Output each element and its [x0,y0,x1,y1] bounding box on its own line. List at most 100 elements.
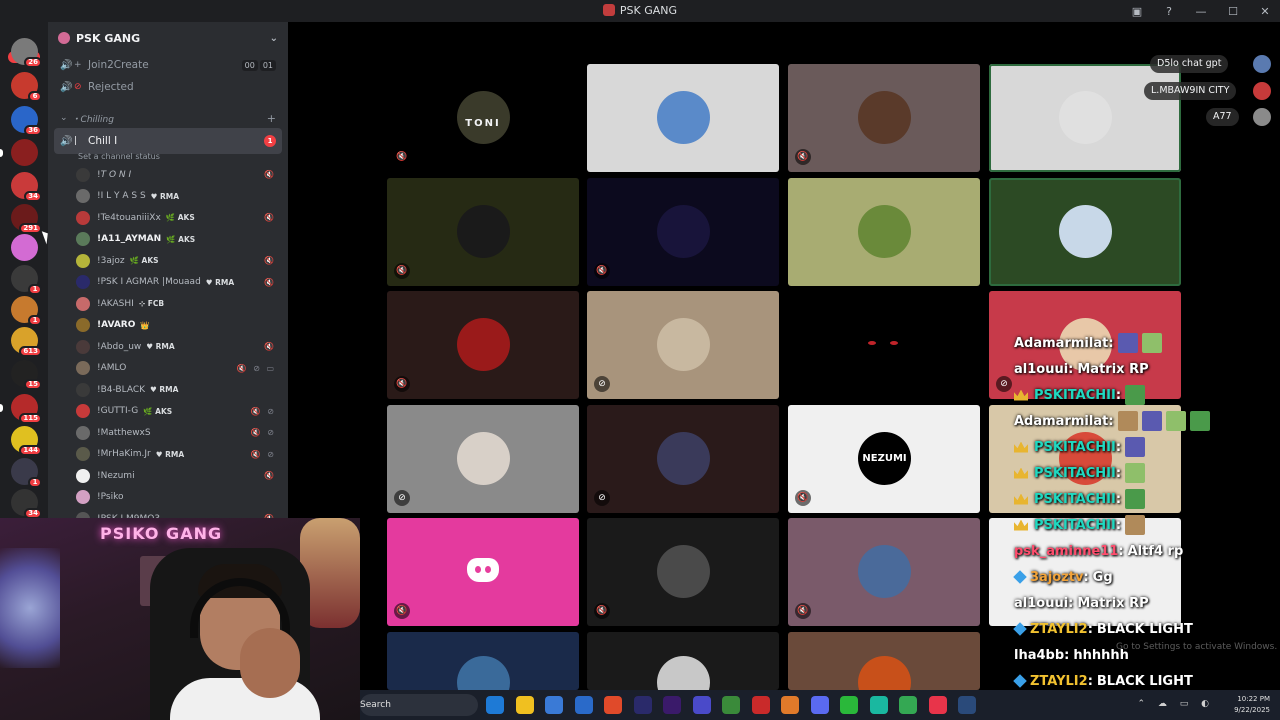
taskbar-app-icon[interactable] [899,696,917,714]
video-tile[interactable]: 🔇 [387,178,579,286]
stream-viewer-chip[interactable]: D5lo chat gpt [1150,55,1229,73]
close-button[interactable]: ✕ [1258,5,1272,18]
channel-sidebar: PSK GANG ⌄ 🔊 + Join2Create 00 01 🔊 ⊘ Reje… [48,22,288,520]
server-icon[interactable] [11,234,38,261]
minimize-button[interactable]: — [1194,5,1208,18]
video-tile[interactable]: 🔇 [788,518,980,626]
chat-username: Adamarmilat [1014,335,1109,351]
voice-member[interactable]: ! MrHaKim.Jr ♥ RMA 🔇 ⊘ [76,444,288,466]
voice-member[interactable]: ! Abdo_uw ♥ RMA 🔇 [76,336,288,358]
server-icon[interactable]: 15 [11,360,42,390]
server-icon[interactable]: 291 [11,204,42,234]
channel-chill[interactable]: 🔊 | Chill I 1 [54,128,282,154]
taskbar-app-icon[interactable] [545,696,563,714]
tile-avatar [1059,205,1112,258]
video-tile[interactable] [387,632,579,690]
tile-avatar [657,656,710,690]
server-icon[interactable]: 1 [11,458,42,488]
taskbar-app-icon[interactable] [810,696,829,714]
taskbar-app-icon[interactable] [663,696,681,714]
maximize-button[interactable]: ☐ [1226,5,1240,18]
help-icon[interactable]: ? [1162,5,1176,18]
voice-member[interactable]: ! B4-BLACK ♥ RMA [76,379,288,401]
emote-icon [1125,463,1146,483]
server-icon[interactable]: 36 [11,106,42,136]
video-tile[interactable] [788,632,980,690]
channel-status[interactable]: Set a channel status [54,152,282,164]
video-tile[interactable]: TONI 🔇 [387,64,579,172]
server-icon[interactable]: 6 [11,72,42,102]
server-icon[interactable]: 115 [11,394,42,424]
taskbar-app-icon[interactable] [486,696,504,714]
video-tile[interactable] [989,178,1181,286]
channel-rejected[interactable]: 🔊 ⊘ Rejected [54,76,282,98]
muted-icon: ⊘ [996,376,1012,392]
voice-member[interactable]: ! AMLO 🔇 ⊘ ▭ [76,358,288,380]
server-icon[interactable]: 34 [11,172,42,202]
server-badge: 34 [24,191,42,202]
voice-member[interactable]: ! 3ajoz 🌿 AKS 🔇 [76,250,288,272]
server-icon [602,4,615,16]
video-tile[interactable]: ⊘ [587,291,779,399]
video-tile[interactable]: ⊘ [587,405,779,513]
server-icon[interactable]: 26 [11,38,42,68]
taskbar-app-icon[interactable] [604,696,622,714]
video-tile[interactable]: 🔇 [387,518,579,626]
speaker-icon: 🔊 [60,81,73,93]
crown-icon [1014,493,1028,505]
taskbar-app-icon[interactable] [515,696,534,714]
video-tile[interactable]: 🔇 [587,178,779,286]
taskbar-clock[interactable]: 10:22 PM 9/22/2025 [1234,694,1270,716]
server-icon[interactable]: 613 [11,327,42,357]
video-tile[interactable] [587,64,779,172]
voice-member[interactable]: ! AKASHI ⊹ FCB [76,293,288,315]
taskbar-app-icon[interactable] [869,696,888,714]
voice-member[interactable]: ! GUTTI-G 🌿 AKS 🔇 ⊘ [76,401,288,423]
voice-member[interactable]: ! MatthewxS 🔇 ⊘ [76,422,288,444]
server-icon[interactable]: 1 [11,296,42,326]
video-tile[interactable] [587,632,779,690]
taskbar-app-icon[interactable] [692,696,711,714]
voice-member[interactable]: ! AVARO 👑 [76,315,288,337]
system-tray-icons[interactable]: ⌃ ☁ ▭ ◐ [1138,699,1214,709]
taskbar-app-icon[interactable] [751,696,770,714]
avatar [76,447,90,462]
video-tile[interactable]: 🔇 [788,64,980,172]
taskbar-app-icon[interactable] [840,696,858,714]
voice-member[interactable]: ! Nezumi 🔇 [76,465,288,487]
channel-join2create[interactable]: 🔊 + Join2Create 00 01 [54,54,282,76]
server-icon[interactable]: 1 [11,265,42,295]
server-icon[interactable] [11,139,38,166]
voice-member[interactable]: ! T O N I 🔇 [76,164,288,186]
stream-viewer-chip[interactable]: L.MBAW9IN CITY [1144,82,1237,100]
video-tile[interactable]: NEZUMI 🔇 [788,405,980,513]
server-header[interactable]: PSK GANG ⌄ [48,22,288,54]
voice-member[interactable]: ! PSK I AGMAR |Mouaad ♥ RMA 🔇 [76,272,288,294]
server-icon[interactable]: 34 [11,489,42,519]
video-tile[interactable] [788,178,980,286]
server-icon[interactable]: 144 [11,426,42,456]
stream-viewer-chip[interactable]: A77 [1206,108,1239,126]
video-tile[interactable] [788,291,980,399]
inbox-icon[interactable]: ▣ [1130,5,1144,18]
category-chilling[interactable]: ⌄ ・Chilling + [54,108,282,128]
taskbar-app-icon[interactable] [781,696,799,714]
taskbar-app-icon[interactable] [722,696,740,714]
voice-member[interactable]: ! Te4touaniiiXx 🌿 AKS 🔇 [76,207,288,229]
tile-avatar [1059,91,1112,144]
taskbar-app-icon[interactable] [633,696,652,714]
video-tile[interactable]: 🔇 [387,291,579,399]
taskbar-app-icon[interactable] [928,696,947,714]
video-tile[interactable]: ⊘ [387,405,579,513]
taskbar-search[interactable]: Search [360,694,478,716]
voice-member[interactable]: ! I L Y A S S ♥ RMA [76,186,288,208]
taskbar-app-icon[interactable] [574,696,593,714]
avatar [76,361,90,376]
voice-member[interactable]: ! Psiko [76,487,288,509]
video-tile[interactable] [989,64,1181,172]
member-tag: ♥ RMA [146,342,175,352]
video-tile[interactable]: 🔇 [587,518,779,626]
voice-member[interactable]: ! A11_AYMAN 🌿 AKS [76,229,288,251]
taskbar-app-icon[interactable] [958,696,976,714]
add-channel-icon[interactable]: + [267,112,276,125]
